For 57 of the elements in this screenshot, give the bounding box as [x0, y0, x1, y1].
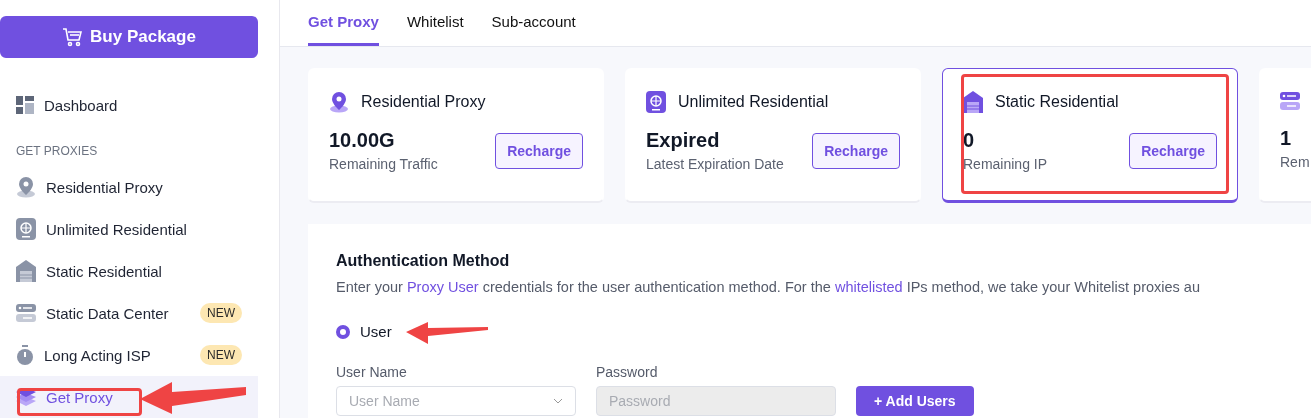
- location-pin-icon: [16, 176, 36, 198]
- sidebar-item[interactable]: Static Residential: [0, 250, 258, 292]
- chevron-down-icon: [553, 398, 563, 404]
- sidebar-item[interactable]: Unlimited Residential: [0, 208, 258, 250]
- item-label: Residential Proxy: [46, 178, 163, 196]
- section-title: GET PROXIES: [15, 143, 99, 160]
- card-caption: Latest Expiration Date: [646, 156, 784, 172]
- field-label: User Name: [336, 364, 408, 380]
- sidebar-item[interactable]: Long Acting ISP NEW: [0, 334, 258, 376]
- globe-icon: [16, 218, 36, 240]
- recharge-button[interactable]: Recharge: [812, 132, 900, 169]
- card-value: Expired: [646, 129, 721, 152]
- product-card[interactable]: Unlimited Residential Expired Latest Expiration Date Recharge: [625, 68, 921, 203]
- card-title: Static Residential: [995, 93, 1119, 111]
- item-label: Static Residential: [46, 262, 162, 280]
- card-caption: Remaining IP: [963, 156, 1048, 172]
- sidebar-item[interactable]: Static Data Center NEW: [0, 292, 258, 334]
- card-value: 1: [1280, 127, 1293, 150]
- recharge-button[interactable]: Recharge: [1129, 132, 1217, 169]
- item-label: Get Proxy: [46, 388, 113, 406]
- tab[interactable]: Get Proxy: [308, 0, 379, 46]
- house-icon: [963, 91, 983, 113]
- server-icon: [16, 303, 36, 323]
- item-label: Dashboard: [44, 96, 118, 114]
- recharge-button[interactable]: Recharge: [495, 132, 583, 169]
- card-caption: Rem: [1280, 154, 1310, 170]
- description: Enter your Proxy User credentials for the user authentication method. For the whitelisted IPs method, we take your Whitelist proxies au: [336, 279, 1201, 295]
- item-label: Static Data Center: [46, 304, 169, 322]
- card-value: 0: [963, 129, 976, 152]
- card-title: Residential Proxy: [361, 93, 486, 111]
- dashboard-icon: [16, 96, 34, 114]
- cart-icon: [62, 27, 83, 47]
- new-badge: NEW: [200, 303, 242, 323]
- location-pin-icon: [329, 91, 349, 113]
- radio-button[interactable]: [336, 324, 350, 339]
- product-card[interactable]: Residential Proxy 10.00G Remaining Traffic Recharge: [308, 68, 604, 203]
- field-label: Password: [596, 364, 659, 380]
- sidebar-item[interactable]: Dashboard: [0, 84, 258, 126]
- server-icon: [1280, 91, 1300, 111]
- tab[interactable]: Sub-account: [491, 0, 576, 46]
- new-badge: NEW: [200, 345, 242, 365]
- house-icon: [16, 260, 36, 282]
- product-card[interactable]: Static Residential 0 Remaining IP Recharge: [942, 68, 1238, 203]
- stopwatch-icon: [16, 345, 34, 365]
- section-title: Authentication Method: [336, 252, 511, 270]
- item-label: Unlimited Residential: [46, 220, 187, 238]
- tab[interactable]: Whitelist: [406, 0, 464, 46]
- buy-package-button[interactable]: Buy Package: [0, 16, 258, 58]
- globe-icon: [646, 91, 666, 113]
- product-card[interactable]: 1 Rem: [1259, 68, 1311, 203]
- item-label: Long Acting ISP: [44, 346, 151, 364]
- radio-label[interactable]: User: [360, 323, 392, 340]
- card-title: Unlimited Residential: [678, 93, 829, 111]
- card-value: 10.00G: [329, 129, 396, 152]
- sidebar-item[interactable]: Residential Proxy: [0, 166, 258, 208]
- add-users-button[interactable]: + Add Users: [856, 386, 974, 416]
- card-caption: Remaining Traffic: [329, 156, 438, 172]
